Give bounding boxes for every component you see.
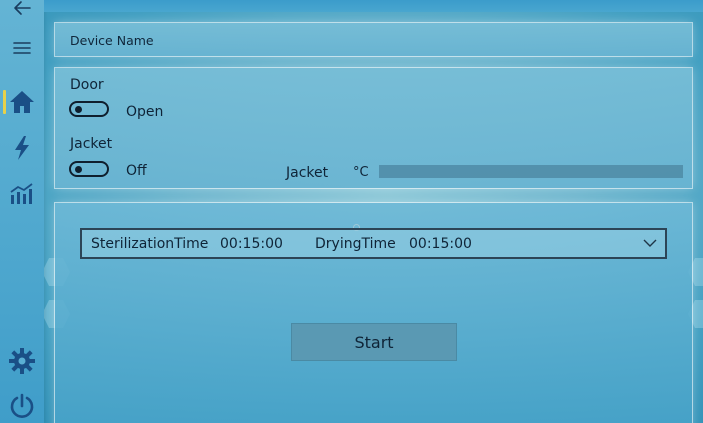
nav-item-power-status[interactable] bbox=[0, 128, 44, 168]
drying-time-label: DryingTime bbox=[315, 236, 396, 252]
nav-item-statistics[interactable] bbox=[0, 174, 44, 214]
jacket-toggle[interactable] bbox=[69, 161, 109, 177]
back-arrow-icon bbox=[14, 1, 31, 15]
program-select[interactable]: SterilizationTime 00:15:00 DryingTime 00… bbox=[80, 228, 667, 259]
power-icon bbox=[10, 393, 34, 418]
drying-time-value: 00:15:00 bbox=[409, 236, 472, 252]
door-title: Door bbox=[70, 77, 104, 93]
jacket-title: Jacket bbox=[70, 136, 113, 152]
top-strip bbox=[44, 0, 703, 12]
jacket-temp-label: Jacket bbox=[286, 165, 329, 181]
status-panel: Door Open Jacket Off Jacket °C bbox=[55, 68, 692, 188]
lightning-icon bbox=[15, 136, 29, 160]
nav-item-settings[interactable] bbox=[0, 341, 44, 381]
door-toggle-knob bbox=[75, 106, 82, 113]
door-toggle[interactable] bbox=[69, 101, 109, 117]
back-button[interactable] bbox=[0, 0, 44, 28]
jacket-state: Off bbox=[126, 163, 147, 179]
jacket-temp-unit: °C bbox=[353, 165, 369, 180]
chevron-down-icon bbox=[643, 239, 657, 247]
hamburger-icon bbox=[13, 42, 31, 54]
gear-icon bbox=[9, 348, 35, 374]
door-state: Open bbox=[126, 104, 164, 120]
nav-item-home[interactable] bbox=[0, 82, 44, 122]
sterilization-time-value: 00:15:00 bbox=[220, 236, 283, 252]
home-icon bbox=[10, 91, 34, 113]
chart-icon bbox=[10, 183, 33, 204]
program-panel: SterilizationTime 00:15:00 DryingTime 00… bbox=[55, 203, 692, 423]
device-name-panel: Device Name bbox=[55, 23, 692, 56]
jacket-temp-bar bbox=[379, 165, 683, 178]
power-button[interactable] bbox=[0, 386, 44, 423]
jacket-toggle-knob bbox=[75, 166, 82, 173]
device-name-label: Device Name bbox=[70, 33, 154, 48]
start-button[interactable]: Start bbox=[291, 323, 457, 361]
sterilization-time-label: SterilizationTime bbox=[91, 236, 209, 252]
nav-rail bbox=[0, 0, 44, 423]
menu-button[interactable] bbox=[0, 28, 44, 68]
